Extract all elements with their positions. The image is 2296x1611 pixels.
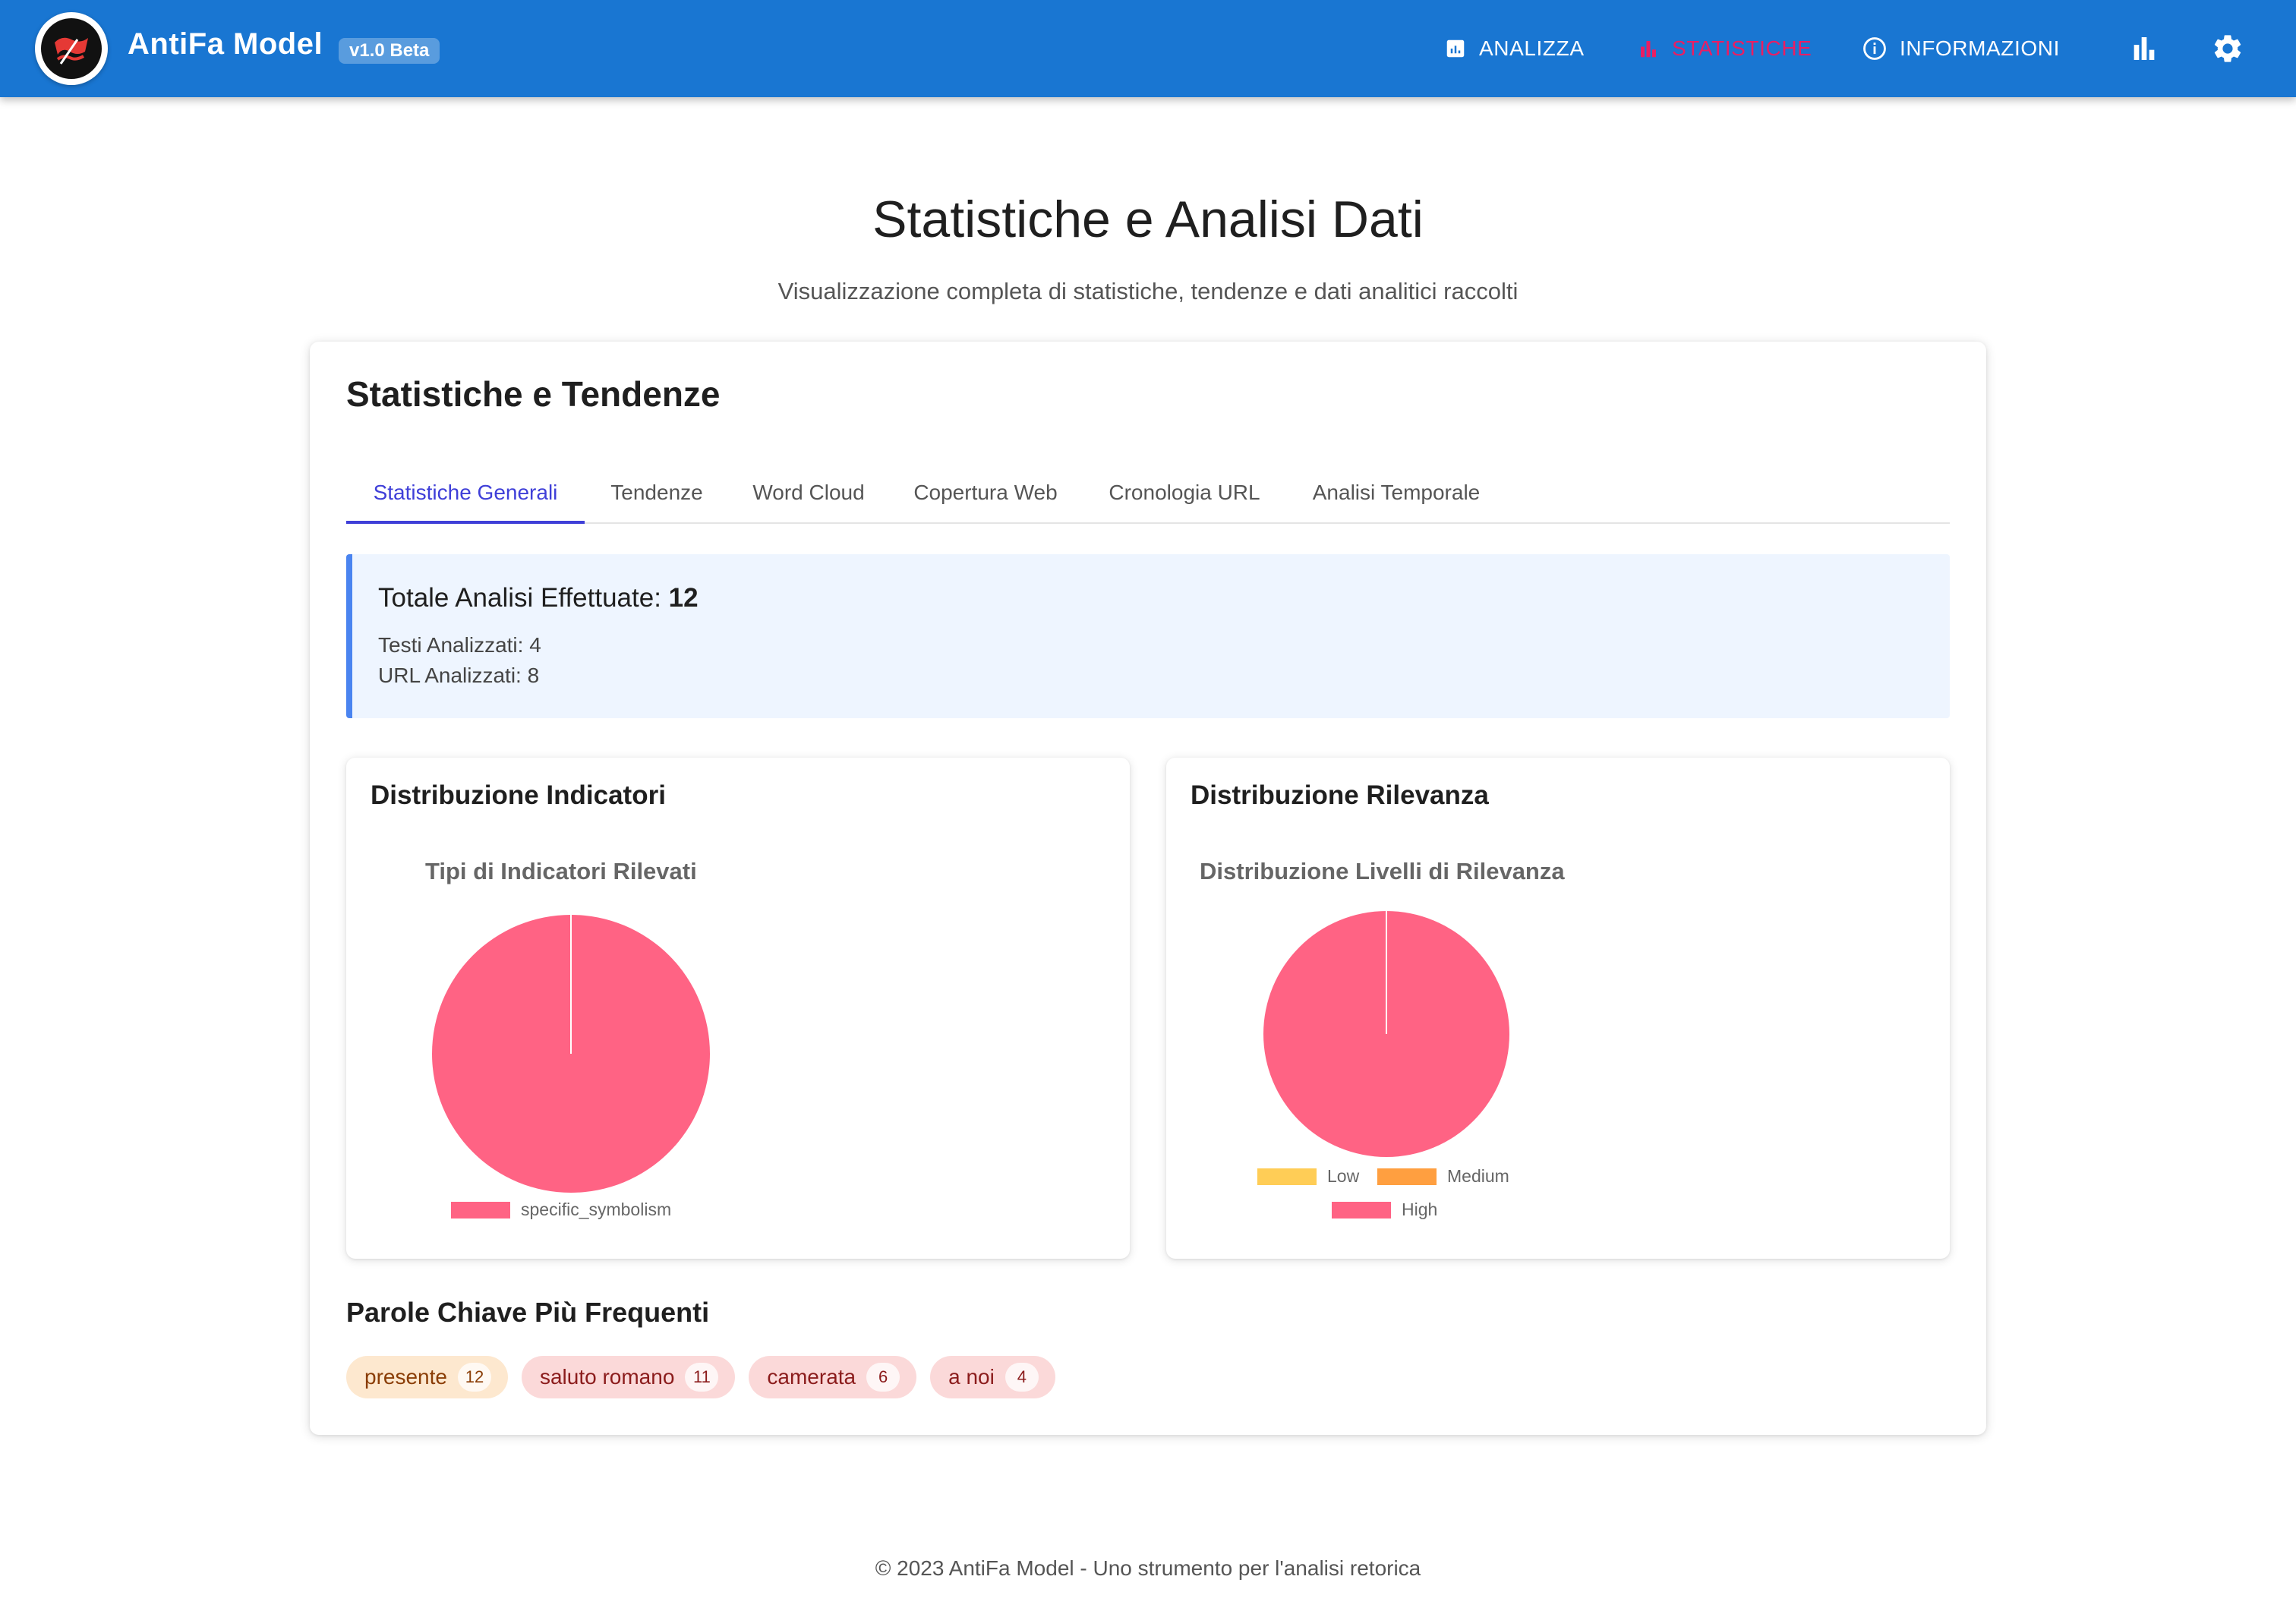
page-subtitle: Visualizzazione completa di statistiche,… bbox=[777, 278, 1519, 304]
legend-label: Low bbox=[1327, 1166, 1360, 1186]
info-icon bbox=[1863, 37, 1886, 60]
keyword-count: 4 bbox=[1004, 1363, 1039, 1392]
texts-analyzed: Testi Analizzati: 4 bbox=[378, 633, 541, 657]
relevance-panel-title: Distribuzione Rilevanza bbox=[1191, 780, 1489, 810]
total-analyses-label: Totale Analisi Effettuate: bbox=[378, 583, 661, 613]
tab-bar: Statistiche Generali Tendenze Word Cloud… bbox=[346, 463, 1950, 524]
tab-cronologia-url[interactable]: Cronologia URL bbox=[1083, 463, 1286, 524]
bar-chart-icon bbox=[1641, 41, 1656, 58]
relevance-panel: Distribuzione Rilevanza Distribuzione Li… bbox=[1166, 758, 1950, 1259]
stats-card: Statistiche e Tendenze Statistiche Gener… bbox=[310, 342, 1986, 1435]
antifa-logo[interactable] bbox=[35, 12, 108, 85]
tab-analisi-temporale[interactable]: Analisi Temporale bbox=[1286, 463, 1506, 524]
urls-analyzed: URL Analizzati: 8 bbox=[378, 664, 540, 687]
legend-item-specific_symbolism[interactable]: specific_symbolism bbox=[451, 1200, 671, 1220]
legend-label: High bbox=[1402, 1200, 1438, 1219]
legend-item-High[interactable]: High bbox=[1332, 1200, 1437, 1220]
total-analyses-value: 12 bbox=[668, 583, 699, 613]
indicators-panel-title: Distribuzione Indicatori bbox=[371, 780, 666, 810]
keyword-chip[interactable]: presente 12 bbox=[346, 1356, 508, 1398]
keyword-word: saluto romano bbox=[539, 1365, 675, 1389]
keyword-count: 6 bbox=[866, 1363, 900, 1392]
keyword-chip[interactable]: camerata 6 bbox=[749, 1356, 917, 1398]
tab-word-cloud[interactable]: Word Cloud bbox=[729, 463, 888, 524]
legend-item-Medium[interactable]: Medium bbox=[1377, 1166, 1509, 1187]
summary-box: Totale Analisi Effettuate: 12 Testi Anal… bbox=[346, 554, 1950, 718]
keyword-chip[interactable]: a noi 4 bbox=[930, 1356, 1055, 1398]
keyword-word: camerata bbox=[767, 1365, 856, 1389]
flag-icon bbox=[41, 18, 102, 79]
nav-statistiche-label: STATISTICHE bbox=[1672, 36, 1812, 60]
keyword-count: 11 bbox=[685, 1363, 719, 1392]
keyword-count: 12 bbox=[457, 1363, 491, 1392]
app-bar: AntiFa Model v1.0 Beta ANALIZZA STATISTI… bbox=[0, 0, 2296, 97]
keyword-word: presente bbox=[364, 1365, 447, 1389]
indicators-panel: Distribuzione Indicatori Tipi di Indicat… bbox=[346, 758, 1130, 1259]
keywords-title: Parole Chiave Più Frequenti bbox=[346, 1297, 710, 1328]
page-title: Statistiche e Analisi Dati bbox=[872, 191, 1424, 248]
relevance-chart-title: Distribuzione Livelli di Rilevanza bbox=[1200, 858, 1565, 884]
card-title: Statistiche e Tendenze bbox=[346, 374, 721, 414]
legend-item-Low[interactable]: Low bbox=[1257, 1166, 1359, 1187]
total-analyses: Totale Analisi Effettuate: 12 bbox=[378, 583, 699, 613]
tab-copertura-web[interactable]: Copertura Web bbox=[888, 463, 1083, 524]
footer: © 2023 AntiFa Model - Uno strumento per … bbox=[875, 1556, 1421, 1580]
legend-label: Medium bbox=[1447, 1166, 1509, 1186]
legend-swatch bbox=[451, 1201, 510, 1218]
keyword-chip[interactable]: saluto romano 11 bbox=[521, 1356, 736, 1398]
nav-analizza[interactable]: ANALIZZA bbox=[1444, 0, 1585, 97]
legend-swatch bbox=[1257, 1168, 1317, 1185]
tab-statistiche-generali[interactable]: Statistiche Generali bbox=[346, 463, 585, 524]
indicators-chart-title: Tipi di Indicatori Rilevati bbox=[425, 858, 697, 884]
tab-tendenze[interactable]: Tendenze bbox=[585, 463, 729, 524]
analytics-icon bbox=[1446, 39, 1465, 58]
keyword-chips: presente 12 saluto romano 11 camerata 6 … bbox=[346, 1356, 1055, 1398]
settings-button[interactable] bbox=[2206, 27, 2249, 70]
nav-informazioni-label: INFORMAZIONI bbox=[1900, 36, 2060, 60]
gear-icon bbox=[2214, 35, 2241, 62]
indicators-pie-chart bbox=[432, 915, 710, 1193]
version-badge: v1.0 Beta bbox=[339, 38, 440, 64]
stats-icon-button[interactable] bbox=[2123, 27, 2165, 70]
legend-swatch bbox=[1332, 1201, 1391, 1218]
app-title: AntiFa Model bbox=[128, 27, 323, 61]
bar-chart-icon bbox=[2134, 37, 2155, 60]
legend-swatch bbox=[1377, 1168, 1437, 1185]
nav-statistiche[interactable]: STATISTICHE bbox=[1637, 0, 1812, 97]
relevance-pie-chart bbox=[1263, 911, 1509, 1157]
nav-analizza-label: ANALIZZA bbox=[1479, 36, 1585, 60]
keyword-word: a noi bbox=[948, 1365, 995, 1389]
nav-informazioni[interactable]: INFORMAZIONI bbox=[1862, 0, 2060, 97]
legend-label: specific_symbolism bbox=[521, 1200, 672, 1219]
